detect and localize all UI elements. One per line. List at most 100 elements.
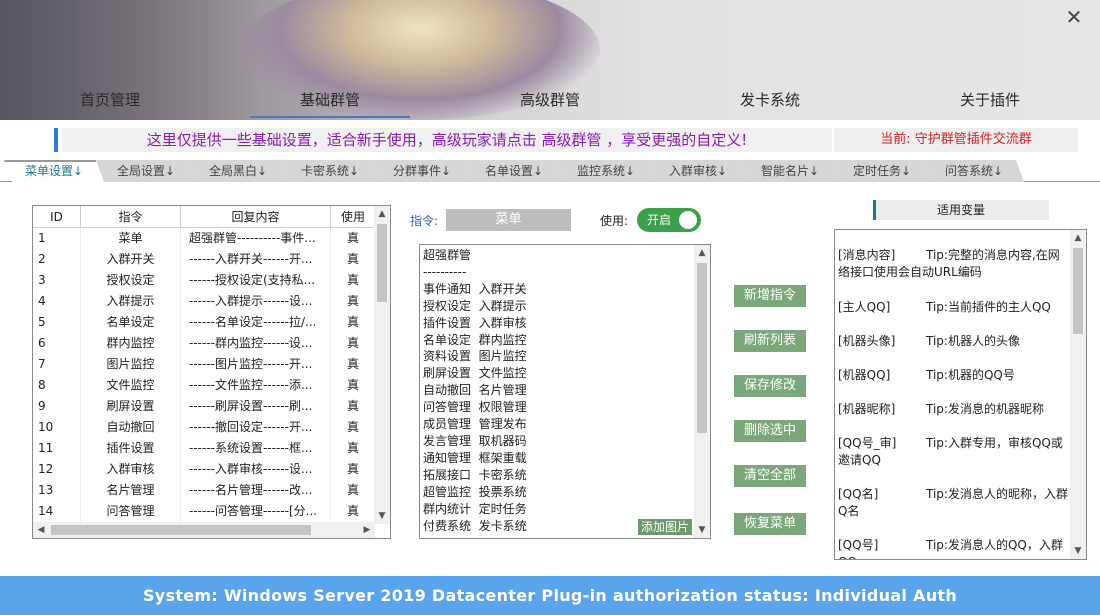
row-use: 真 <box>346 231 359 245</box>
nav-home[interactable]: 首页管理 <box>40 88 180 120</box>
command-table[interactable]: ID 指令 回复内容 使用 1 菜单 超强群管----------事件... 真 2 入群… <box>32 205 391 539</box>
variable-key: [QQ名] <box>838 487 879 501</box>
delete-selected-button[interactable]: 删除选中 <box>734 420 806 442</box>
table-vscrollbar[interactable]: ▲ ▼ <box>374 206 390 524</box>
table-hscrollbar[interactable]: ◀ ▶ <box>33 522 375 538</box>
row-command: 入群审核 <box>81 459 181 480</box>
variable-item[interactable]: [消息内容] Tip:完整的消息内容,在网络接口使用会自动URL编码 <box>838 247 1070 281</box>
table-body: 1 菜单 超强群管----------事件... 真 2 入群开关 ------入群开关--… <box>33 228 375 522</box>
notice-bar: 这里仅提供一些基础设置，适合新手使用，高级玩家请点击 高级群管 ，享受更强的自定… <box>54 128 1080 152</box>
table-row[interactable]: 6 群内监控 ------群内监控------设... 真 <box>33 333 375 354</box>
restore-menu-button[interactable]: 恢复菜单 <box>734 513 806 535</box>
table-row[interactable]: 10 自动撤回 ------撤回设定------开... 真 <box>33 417 375 438</box>
close-icon[interactable]: ✕ <box>1064 7 1084 28</box>
tab-card-system[interactable]: 卡密系统↓ <box>280 160 380 182</box>
col-id[interactable]: ID <box>33 206 81 228</box>
row-reply: ------名单设定------拉/... <box>181 312 331 333</box>
content-vscrollbar[interactable]: ▲ ▼ <box>694 245 710 538</box>
tab-qa-system[interactable]: 问答系统↓ <box>924 160 1024 182</box>
reply-content-textarea[interactable]: 超强群管 ---------- 事件通知 入群开关 授权设定 入群提示 插件设置… <box>419 244 711 539</box>
status-footer: System: Windows Server 2019 Datacenter P… <box>0 576 1100 615</box>
save-changes-button[interactable]: 保存修改 <box>734 375 806 397</box>
nav-advanced-group[interactable]: 高级群管 <box>480 88 620 120</box>
row-use: 真 <box>346 294 359 308</box>
table-header: ID 指令 回复内容 使用 <box>33 206 375 228</box>
variable-item[interactable]: [主人QQ] Tip:当前插件的主人QQ <box>838 299 1070 316</box>
variable-tip: Tip:发消息的机器昵称 <box>926 402 1044 416</box>
row-use: 真 <box>346 336 359 350</box>
row-reply: 超强群管----------事件... <box>181 228 331 249</box>
tab-global-settings[interactable]: 全局设置↓ <box>96 160 196 182</box>
row-id: 2 <box>33 249 81 270</box>
enable-toggle[interactable]: 开启 <box>637 208 701 232</box>
tab-group-events[interactable]: 分群事件↓ <box>372 160 472 182</box>
scroll-right-icon[interactable]: ▶ <box>359 522 375 538</box>
variable-key: [机器昵称] <box>838 402 896 416</box>
table-row[interactable]: 4 入群提示 ------入群提示------设... 真 <box>33 291 375 312</box>
command-label: 指令: <box>410 214 439 228</box>
variable-key: [QQ号] <box>838 538 879 552</box>
scroll-thumb[interactable] <box>377 224 387 302</box>
notice-group-link[interactable]: 当前: 守护群管插件交流群 <box>834 128 1078 152</box>
variable-item[interactable]: [机器头像] Tip:机器人的头像 <box>838 333 1070 350</box>
scroll-up-icon[interactable]: ▲ <box>1070 230 1086 246</box>
variables-list[interactable]: [消息内容] Tip:完整的消息内容,在网络接口使用会自动URL编码 [主人QQ] T… <box>834 229 1087 560</box>
table-row[interactable]: 5 名单设定 ------名单设定------拉/... 真 <box>33 312 375 333</box>
table-row[interactable]: 12 入群审核 ------入群审核------设... 真 <box>33 459 375 480</box>
col-reply[interactable]: 回复内容 <box>181 206 331 228</box>
nav-basic-group[interactable]: 基础群管 <box>250 88 410 120</box>
add-image-button[interactable]: 添加图片 <box>637 519 692 535</box>
tab-scheduled-tasks[interactable]: 定时任务↓ <box>832 160 932 182</box>
tab-smart-card[interactable]: 智能名片↓ <box>740 160 840 182</box>
hscroll-thumb[interactable] <box>51 525 311 535</box>
scroll-up-icon[interactable]: ▲ <box>694 245 710 261</box>
nav-card-system[interactable]: 发卡系统 <box>700 88 840 120</box>
row-command: 刷屏设置 <box>81 396 181 417</box>
scroll-down-icon[interactable]: ▼ <box>694 522 710 538</box>
scroll-down-icon[interactable]: ▼ <box>1070 543 1086 559</box>
reply-content-text[interactable]: 超强群管 ---------- 事件通知 入群开关 授权设定 入群提示 插件设置… <box>423 247 695 534</box>
table-row[interactable]: 13 名片管理 ------名片管理------改... 真 <box>33 480 375 501</box>
add-command-button[interactable]: 新增指令 <box>734 285 806 307</box>
variable-item[interactable]: [QQ号]Tip:发消息人的QQ，入群QQ <box>838 537 1070 559</box>
toggle-knob <box>679 211 697 229</box>
table-row[interactable]: 1 菜单 超强群管----------事件... 真 <box>33 228 375 249</box>
tab-global-blackwhite[interactable]: 全局黑白↓ <box>188 160 288 182</box>
vars-vscrollbar[interactable]: ▲ ▼ <box>1070 230 1086 559</box>
variable-tip: Tip:当前插件的主人QQ <box>926 300 1051 314</box>
variable-item[interactable]: [QQ名] Tip:发消息人的昵称，入群Q名 <box>838 486 1070 520</box>
row-use: 真 <box>346 441 359 455</box>
refresh-list-button[interactable]: 刷新列表 <box>734 330 806 352</box>
tab-menu-settings[interactable]: 菜单设置↓ <box>4 160 104 182</box>
row-use: 真 <box>346 420 359 434</box>
scroll-down-icon[interactable]: ▼ <box>374 508 390 524</box>
row-command: 菜单 <box>81 228 181 249</box>
table-row[interactable]: 11 插件设置 ------系统设置------框... 真 <box>33 438 375 459</box>
scroll-up-icon[interactable]: ▲ <box>374 206 390 222</box>
row-id: 14 <box>33 501 81 522</box>
command-input[interactable]: 菜单 <box>446 209 571 231</box>
toggle-label: 开启 <box>647 213 672 227</box>
variable-key: [机器QQ] <box>838 368 891 382</box>
row-use: 真 <box>346 273 359 287</box>
col-use[interactable]: 使用 <box>331 206 375 228</box>
variable-item[interactable]: [QQ号_审] Tip:入群专用，审核QQ或邀请QQ <box>838 435 1070 469</box>
variable-item[interactable]: [机器昵称] Tip:发消息的机器昵称 <box>838 401 1070 418</box>
col-command[interactable]: 指令 <box>81 206 181 228</box>
tab-monitor-system[interactable]: 监控系统↓ <box>556 160 656 182</box>
nav-about[interactable]: 关于插件 <box>920 88 1060 120</box>
table-row[interactable]: 7 图片监控 ------图片监控------开... 真 <box>33 354 375 375</box>
scroll-left-icon[interactable]: ◀ <box>33 522 49 538</box>
scroll-thumb[interactable] <box>1073 248 1083 334</box>
tab-join-review[interactable]: 入群审核↓ <box>648 160 748 182</box>
clear-all-button[interactable]: 清空全部 <box>734 465 806 487</box>
table-row[interactable]: 14 问答管理 ------问答管理------[分... 真 <box>33 501 375 522</box>
table-row[interactable]: 8 文件监控 ------文件监控------添... 真 <box>33 375 375 396</box>
tab-list-settings[interactable]: 名单设置↓ <box>464 160 564 182</box>
table-row[interactable]: 9 刷屏设置 ------刷屏设置------刷... 真 <box>33 396 375 417</box>
variable-item[interactable]: [机器QQ] Tip:机器的QQ号 <box>838 367 1070 384</box>
scroll-thumb[interactable] <box>697 263 707 433</box>
table-row[interactable]: 2 入群开关 ------入群开关------开... 真 <box>33 249 375 270</box>
header-banner: ✕ 首页管理 基础群管 高级群管 发卡系统 关于插件 <box>0 0 1100 120</box>
table-row[interactable]: 3 授权设定 ------授权设定(支持私... 真 <box>33 270 375 291</box>
